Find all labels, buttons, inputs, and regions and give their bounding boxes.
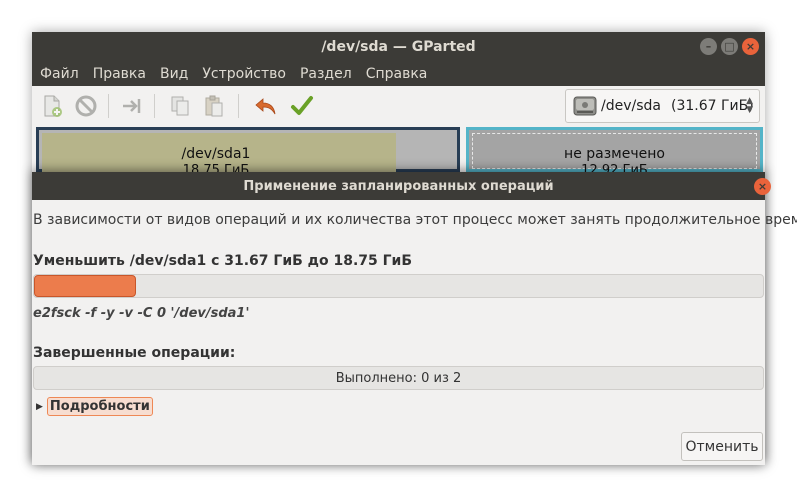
- device-size: (31.67 ГиБ): [670, 98, 754, 114]
- details-expander[interactable]: ▶ Подробности: [36, 397, 153, 416]
- dialog-description: В зависимости от видов операций и их кол…: [33, 212, 797, 228]
- window-titlebar[interactable]: /dev/sda — GParted – □ ×: [32, 32, 765, 61]
- copy-icon[interactable]: [168, 94, 192, 118]
- menu-file[interactable]: Файл: [32, 66, 86, 82]
- completed-operations-label: Завершенные операции:: [33, 345, 236, 361]
- cancel-button[interactable]: Отменить: [681, 432, 763, 461]
- partition-block-unallocated[interactable]: не размечено 12.92 ГиБ: [466, 127, 763, 178]
- combo-arrows-icon: ▲ ▼: [746, 96, 753, 115]
- apply-icon[interactable]: [290, 94, 314, 118]
- dialog-close-button[interactable]: ×: [754, 178, 771, 195]
- hard-disk-icon: [573, 96, 597, 116]
- partition-label: не размечено: [564, 146, 665, 162]
- minimize-button[interactable]: –: [700, 38, 717, 55]
- device-name: /dev/sda: [601, 98, 661, 114]
- toolbar: /dev/sda (31.67 ГиБ) ▲ ▼: [32, 86, 765, 126]
- close-button[interactable]: ×: [742, 38, 759, 55]
- resize-move-icon[interactable]: [120, 94, 144, 118]
- maximize-button[interactable]: □: [721, 38, 738, 55]
- operation-progress-fill: [34, 275, 136, 297]
- window-controls: – □ ×: [700, 38, 759, 55]
- completed-progress-bar: Выполнено: 0 из 2: [33, 366, 764, 390]
- dialog-titlebar[interactable]: Применение запланированных операций: [32, 172, 765, 200]
- completed-progress-text: Выполнено: 0 из 2: [335, 370, 462, 386]
- dialog-title: Применение запланированных операций: [243, 178, 554, 194]
- partition-block-sda1[interactable]: /dev/sda1 18.75 ГиБ: [36, 127, 460, 178]
- menu-partition[interactable]: Раздел: [293, 66, 359, 82]
- current-operation-label: Уменьшить /dev/sda1 с 31.67 ГиБ до 18.75…: [33, 253, 413, 269]
- partition-map: /dev/sda1 18.75 ГиБ не размечено 12.92 Г…: [36, 127, 763, 178]
- details-label: Подробности: [46, 397, 153, 416]
- toolbar-separator: [108, 94, 109, 118]
- delete-icon[interactable]: [74, 94, 98, 118]
- operation-progress-bar: [33, 274, 764, 298]
- menu-device[interactable]: Устройство: [195, 66, 293, 82]
- device-selector[interactable]: /dev/sda (31.67 ГиБ) ▲ ▼: [565, 89, 760, 123]
- window-title: /dev/sda — GParted: [321, 38, 476, 55]
- menu-help[interactable]: Справка: [359, 66, 435, 82]
- partition-label: /dev/sda1: [181, 146, 251, 162]
- paste-icon[interactable]: [202, 94, 226, 118]
- menu-view[interactable]: Вид: [153, 66, 195, 82]
- menubar: Файл Правка Вид Устройство Раздел Справк…: [32, 61, 765, 86]
- toolbar-separator: [154, 94, 155, 118]
- menu-edit[interactable]: Правка: [86, 66, 153, 82]
- apply-operations-dialog: Применение запланированных операций × В …: [32, 172, 797, 465]
- current-command: e2fsck -f -y -v -C 0 '/dev/sda1': [33, 306, 250, 321]
- new-partition-icon[interactable]: [40, 94, 64, 118]
- toolbar-separator: [238, 94, 239, 118]
- undo-icon[interactable]: [254, 94, 278, 118]
- expander-arrow-icon: ▶: [36, 401, 43, 412]
